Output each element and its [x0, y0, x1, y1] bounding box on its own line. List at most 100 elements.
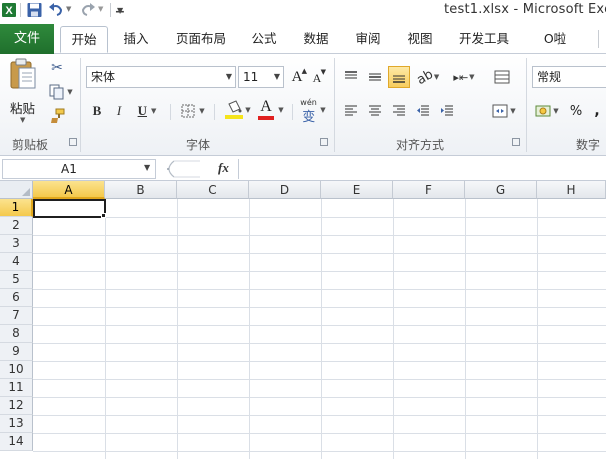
- save-icon[interactable]: [27, 2, 42, 18]
- alignment-dialog-launcher[interactable]: [512, 138, 520, 146]
- merge-dropdown-button[interactable]: ▼: [488, 100, 520, 122]
- column-header-g[interactable]: G: [465, 181, 537, 199]
- select-all-button[interactable]: [0, 181, 33, 199]
- font-name-combo[interactable]: 宋体 ▼: [86, 66, 236, 88]
- paste-dropdown-arrow[interactable]: ▼: [20, 116, 25, 124]
- gridline: [33, 271, 606, 272]
- name-box-dropdown-arrow[interactable]: ▼: [144, 163, 150, 172]
- insert-function-icon[interactable]: fx: [218, 160, 229, 176]
- row-header-14[interactable]: 14: [0, 433, 33, 451]
- align-center-icon: [369, 105, 381, 116]
- tab-view[interactable]: 视图: [400, 26, 440, 53]
- font-color-button[interactable]: A ▼: [256, 98, 286, 122]
- row-header-10[interactable]: 10: [0, 361, 33, 379]
- increase-indent-button[interactable]: [436, 100, 458, 122]
- tab-data[interactable]: 数据: [296, 26, 336, 53]
- font-size-dropdown-arrow[interactable]: ▼: [274, 67, 280, 87]
- row-header-2[interactable]: 2: [0, 217, 33, 235]
- undo-dropdown-arrow[interactable]: ▼: [66, 5, 71, 13]
- tab-file[interactable]: 文件: [0, 24, 54, 54]
- merge-center-button[interactable]: [488, 66, 516, 88]
- group-separator: [526, 58, 527, 152]
- group-separator: [334, 58, 335, 152]
- undo-icon[interactable]: [48, 2, 64, 18]
- phonetic-button[interactable]: wén 变 ▼: [298, 98, 328, 125]
- number-format-combo[interactable]: 常规: [532, 66, 606, 88]
- clipboard-dialog-launcher[interactable]: [69, 138, 77, 146]
- row-header-9[interactable]: 9: [0, 343, 33, 361]
- underline-dropdown-arrow[interactable]: ▼: [151, 107, 156, 115]
- underline-button[interactable]: U ▼: [132, 100, 162, 122]
- row-header-1[interactable]: 1: [0, 199, 33, 217]
- copy-button[interactable]: ▼: [46, 82, 76, 102]
- font-name-dropdown-arrow[interactable]: ▼: [226, 67, 232, 87]
- tab-page-layout[interactable]: 页面布局: [170, 26, 232, 53]
- name-box[interactable]: A1: [2, 159, 156, 179]
- merge-dropdown-arrow[interactable]: ▼: [510, 107, 515, 115]
- row-header-7[interactable]: 7: [0, 307, 33, 325]
- decrease-indent-button[interactable]: [412, 100, 434, 122]
- worksheet-grid[interactable]: A B C D E F G H 1 2 3 4 5 6 7 8 9 10 11 …: [0, 181, 606, 459]
- formula-input[interactable]: [238, 159, 606, 179]
- shrink-font-button[interactable]: A ▼: [308, 68, 326, 88]
- cut-button[interactable]: ✂: [46, 58, 68, 78]
- align-middle-button[interactable]: [364, 66, 386, 88]
- column-header-f[interactable]: F: [393, 181, 465, 199]
- percent-style-button[interactable]: %: [566, 100, 586, 122]
- format-painter-button[interactable]: [46, 106, 68, 126]
- orientation-button[interactable]: ab ▼: [414, 66, 442, 88]
- font-color-dropdown-arrow[interactable]: ▼: [278, 106, 283, 114]
- row-header-8[interactable]: 8: [0, 325, 33, 343]
- column-header-d[interactable]: D: [249, 181, 321, 199]
- align-top-button[interactable]: [340, 66, 362, 88]
- tab-formulas[interactable]: 公式: [244, 26, 284, 53]
- copy-dropdown-arrow[interactable]: ▼: [67, 88, 72, 96]
- row-header-13[interactable]: 13: [0, 415, 33, 433]
- column-header-c[interactable]: C: [177, 181, 249, 199]
- phonetic-dropdown-arrow[interactable]: ▼: [320, 106, 325, 114]
- align-bottom-button[interactable]: [388, 66, 410, 88]
- redo-dropdown-arrow[interactable]: ▼: [98, 5, 103, 13]
- column-header-b[interactable]: B: [105, 181, 177, 199]
- accounting-format-button[interactable]: ▼: [532, 100, 562, 122]
- tab-developer[interactable]: 开发工具: [454, 26, 514, 53]
- fill-handle[interactable]: [101, 213, 106, 218]
- gridline: [33, 415, 606, 416]
- formula-bar-grip-icon[interactable]: [160, 159, 200, 179]
- customize-qat-arrow[interactable]: ▼: [117, 6, 123, 15]
- comma-style-button[interactable]: ,: [590, 100, 604, 122]
- borders-button[interactable]: ▼: [178, 100, 208, 122]
- active-cell-a1[interactable]: [33, 199, 106, 218]
- wrap-dropdown-arrow[interactable]: ▼: [469, 73, 474, 81]
- column-header-h[interactable]: H: [537, 181, 606, 199]
- font-sep: [292, 104, 293, 120]
- column-header-a[interactable]: A: [33, 181, 105, 199]
- row-header-12[interactable]: 12: [0, 397, 33, 415]
- tab-review[interactable]: 审阅: [348, 26, 388, 53]
- tab-ola[interactable]: O啦: [530, 26, 580, 53]
- row-header-5[interactable]: 5: [0, 271, 33, 289]
- window-title: test1.xlsx - Microsoft Exce: [444, 2, 606, 17]
- align-center-button[interactable]: [364, 100, 386, 122]
- column-header-e[interactable]: E: [321, 181, 393, 199]
- align-right-button[interactable]: [388, 100, 410, 122]
- italic-button[interactable]: I: [110, 100, 128, 122]
- align-left-button[interactable]: [340, 100, 362, 122]
- fill-color-dropdown-arrow[interactable]: ▼: [245, 106, 250, 114]
- bold-button[interactable]: B: [88, 100, 106, 122]
- font-dialog-launcher[interactable]: [320, 138, 328, 146]
- borders-dropdown-arrow[interactable]: ▼: [199, 107, 204, 115]
- accounting-dropdown-arrow[interactable]: ▼: [553, 107, 558, 115]
- tab-home[interactable]: 开始: [60, 26, 108, 53]
- row-header-6[interactable]: 6: [0, 289, 33, 307]
- wrap-text-button[interactable]: ▸⇤ ▼: [450, 66, 478, 88]
- font-size-combo[interactable]: 11 ▼: [238, 66, 284, 88]
- fill-color-button[interactable]: ▼: [222, 98, 254, 122]
- row-header-4[interactable]: 4: [0, 253, 33, 271]
- row-header-11[interactable]: 11: [0, 379, 33, 397]
- row-header-3[interactable]: 3: [0, 235, 33, 253]
- grow-font-button[interactable]: A ▲: [288, 66, 307, 88]
- paste-button[interactable]: 粘贴 ▼: [6, 58, 40, 124]
- tab-insert[interactable]: 插入: [116, 26, 156, 53]
- redo-icon[interactable]: [80, 2, 96, 18]
